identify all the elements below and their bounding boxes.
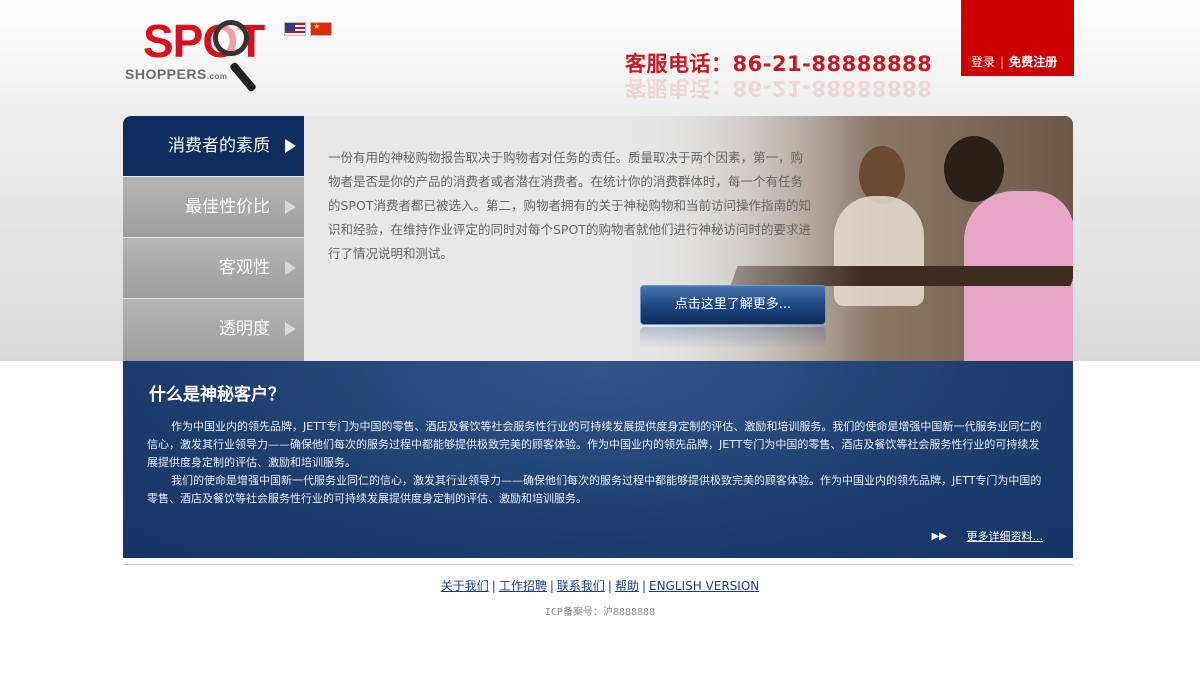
about-section: 什么是神秘客户？ 作为中国业内的领先品牌，JETT专门为中国的零售、酒店及餐饮等… [123, 361, 1073, 558]
login-links: 登录 | 免费注册 [971, 53, 1057, 70]
arrow-right-icon [285, 200, 296, 214]
footer-link-about[interactable]: 关于我们 [441, 579, 489, 593]
paragraph: 作为中国业内的领先品牌，JETT专门为中国的零售、酒店及餐饮等社会服务性行业的可… [147, 420, 1042, 469]
login-link[interactable]: 登录 [971, 55, 995, 69]
us-flag-icon[interactable] [284, 22, 306, 36]
arrow-right-icon [285, 322, 296, 336]
section-title: 什么是神秘客户？ [149, 385, 285, 405]
footer-separator: | [641, 579, 646, 593]
double-arrow-icon: ▶▶ [931, 531, 947, 542]
menu-item-best-value[interactable]: 最佳性价比 [123, 177, 304, 237]
menu-item-label: 最佳性价比 [185, 197, 270, 217]
footer-link-jobs[interactable]: 工作招聘 [499, 579, 547, 593]
button-reflection [640, 327, 826, 349]
footer-separator: | [607, 579, 612, 593]
menu-item-objectivity[interactable]: 客观性 [123, 238, 304, 298]
menu-item-label: 消费者的素质 [168, 136, 270, 156]
site-logo[interactable]: SPOT SHOPPERS.com [123, 14, 273, 104]
footer-separator: | [491, 579, 496, 593]
logo-subtext: SHOPPERS.com [125, 66, 228, 82]
feature-menu: 消费者的素质 最佳性价比 客观性 透明度 [123, 116, 304, 361]
footer-link-english[interactable]: ENGLISH VERSION [649, 579, 759, 593]
hotline-reflection: 客服电话：86-21-88888888 [625, 76, 933, 100]
main-banner: 消费者的素质 最佳性价比 客观性 透明度 一份有用的神秘购物报告取决于购物者对任… [123, 116, 1073, 361]
banner-photo: 一份有用的神秘购物报告取决于购物者对任务的责任。质量取决于两个因素，第一，购物者… [304, 116, 1073, 361]
cn-flag-icon[interactable]: ★ [310, 22, 332, 36]
footer-link-help[interactable]: 帮助 [615, 579, 639, 593]
photo-person [944, 136, 1004, 202]
footer-separator: | [549, 579, 554, 593]
arrow-right-icon [285, 261, 296, 275]
section-body: 作为中国业内的领先品牌，JETT专门为中国的零售、酒店及餐饮等社会服务性行业的可… [147, 418, 1049, 508]
footer-divider [123, 564, 1073, 565]
learn-more-button[interactable]: 点击这里了解更多... [640, 285, 826, 325]
more-details-link[interactable]: 更多详细资料... [967, 528, 1044, 544]
login-box: 登录 | 免费注册 [961, 0, 1074, 76]
footer-nav: 关于我们 | 工作招聘 | 联系我们 | 帮助 | ENGLISH VERSION [0, 577, 1200, 594]
arrow-right-icon [285, 139, 296, 153]
menu-item-transparency[interactable]: 透明度 [123, 299, 304, 361]
magnifier-icon [213, 20, 249, 56]
icp-record: ICP备案号：沪8888888 [544, 607, 656, 618]
menu-item-label: 客观性 [219, 258, 270, 278]
banner-description: 一份有用的神秘购物报告取决于购物者对任务的责任。质量取决于两个因素，第一，购物者… [328, 150, 811, 261]
footer-link-contact[interactable]: 联系我们 [557, 579, 605, 593]
login-separator: | [1000, 55, 1005, 69]
menu-item-consumer-quality[interactable]: 消费者的素质 [123, 116, 304, 176]
paragraph: 我们的使命是增强中国新一代服务业同仁的信心，激发其行业领导力——确保他们每次的服… [147, 474, 1042, 505]
register-link[interactable]: 免费注册 [1009, 55, 1057, 69]
menu-item-label: 透明度 [219, 319, 270, 339]
